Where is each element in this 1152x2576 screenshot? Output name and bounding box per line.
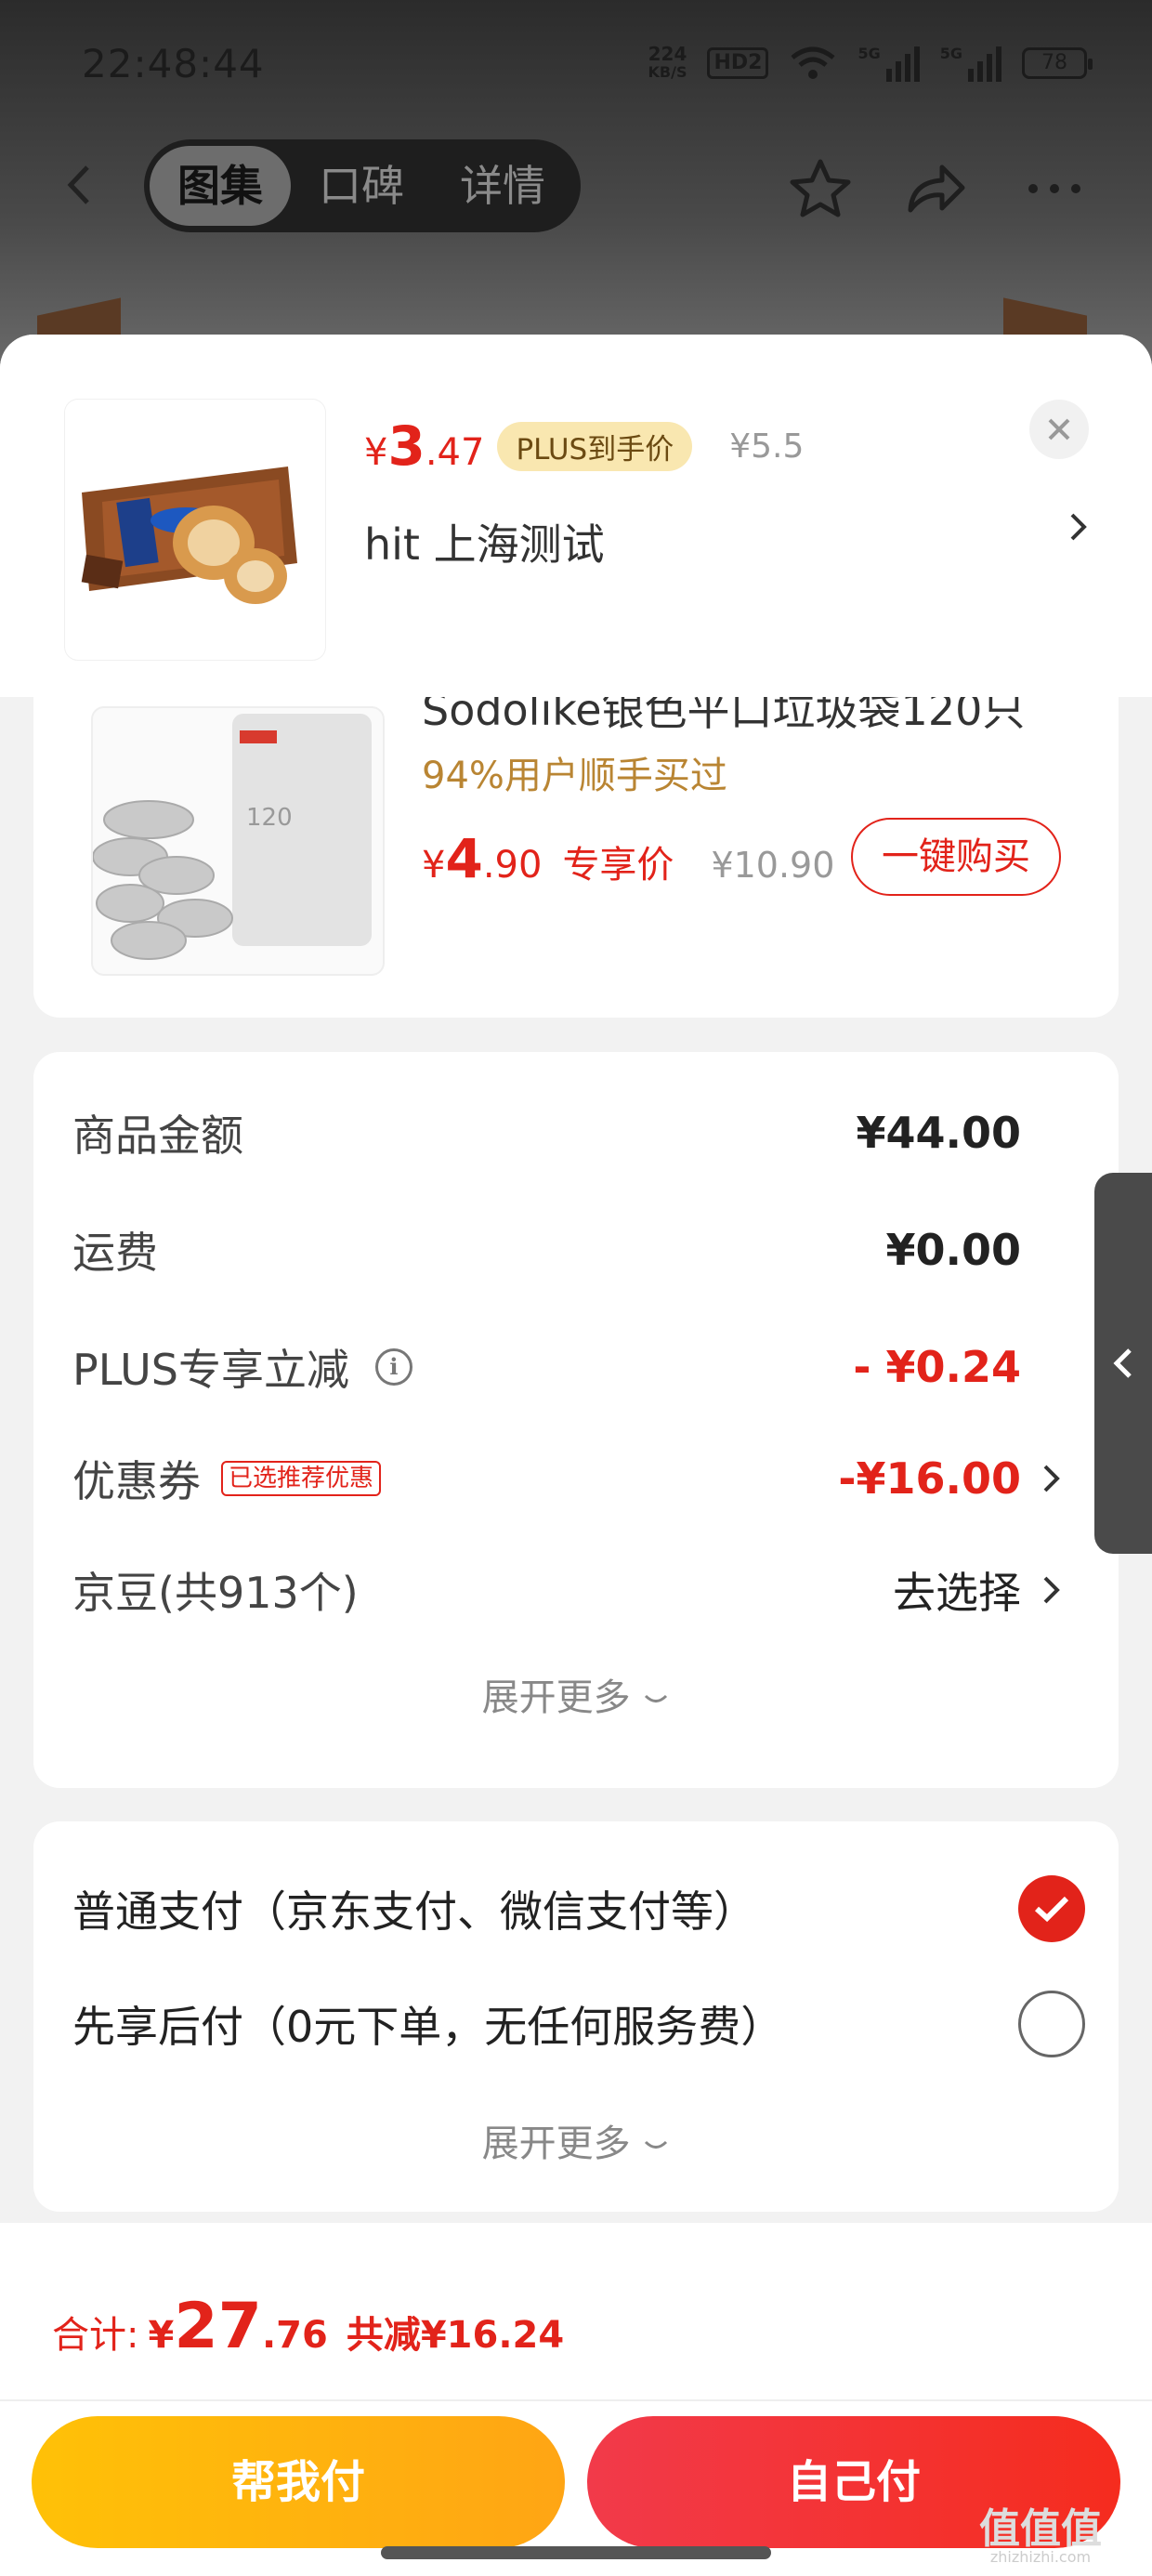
status-bar: 22:48:44 224 KB/S HD2 5G 5G 78 — [0, 0, 1152, 139]
tab-details[interactable]: 详情 — [432, 146, 573, 226]
chevron-down-icon — [645, 2140, 668, 2149]
original-price: ¥5.5 — [729, 427, 805, 466]
signal-icon: 5G — [857, 45, 920, 82]
product-header: ¥3.47 PLUS到手价 ¥5.5 hit 上海测试 — [0, 335, 1152, 697]
one-click-buy-button[interactable]: 一键购买 — [851, 818, 1061, 896]
hd-icon: HD2 — [707, 47, 769, 79]
tab-reviews[interactable]: 口碑 — [291, 146, 432, 226]
chevron-left-icon — [1113, 1348, 1132, 1378]
payment-option-later[interactable]: 先享后付（0元下单，无任何服务费） — [72, 1987, 1085, 2061]
side-drawer-tab[interactable] — [1094, 1173, 1152, 1554]
product-thumbnail — [65, 400, 325, 660]
status-icons: 224 KB/S HD2 5G 5G 78 — [648, 43, 1093, 82]
expand-more-link[interactable]: 展开更多 — [33, 1667, 1119, 1721]
check-icon — [1034, 1896, 1069, 1923]
garbage-bag-image: 120 — [91, 706, 385, 976]
order-summary-card: 商品金额 ¥44.00 运费 ¥0.00 PLUS专享立减 i - ¥0.24 优… — [33, 1052, 1119, 1788]
divider — [0, 2399, 1152, 2401]
plus-discount-row: PLUS专享立减 i - ¥0.24 — [72, 1342, 1021, 1395]
exclusive-label: 专享价 — [562, 844, 674, 887]
goods-amount-row: 商品金额 ¥44.00 — [72, 1108, 1021, 1161]
background-page: 22:48:44 224 KB/S HD2 5G 5G 78 图集 口碑 详情 — [0, 0, 1152, 372]
signal-icon-2: 5G — [940, 45, 1001, 82]
more-icon[interactable] — [1022, 156, 1087, 221]
jingdou-row[interactable]: 京豆(共913个) 去选择 — [72, 1557, 1062, 1623]
total-saved: 共减¥16.24 — [346, 2314, 565, 2357]
help-me-pay-button[interactable]: 帮我付 — [32, 2416, 565, 2548]
coupon-tag: 已选推荐优惠 — [221, 1461, 382, 1496]
radio-unchecked[interactable] — [1018, 1991, 1085, 2057]
shipping-row: 运费 ¥0.00 — [72, 1225, 1021, 1278]
price-line: ¥3.47 PLUS到手价 ¥5.5 — [364, 414, 804, 478]
total-amount: 合计: ¥27.76 共减¥16.24 — [52, 2290, 565, 2363]
close-icon — [1048, 418, 1070, 440]
recommended-item-card: 120 Sodolike银色平口垃圾袋120只 94%用户顺手买过 ¥4.90 … — [33, 688, 1119, 1018]
chevron-right-icon — [1043, 1465, 1060, 1492]
segment-tabs: 图集 口碑 详情 — [144, 139, 581, 232]
network-speed: 224 KB/S — [648, 43, 687, 81]
watermark: 值值值 zhizhizhi.com — [979, 2505, 1102, 2566]
back-arrow-icon[interactable] — [58, 162, 104, 208]
recommend-buyers: 94%用户顺手买过 — [422, 755, 727, 797]
chevron-down-icon — [645, 1694, 668, 1702]
home-indicator[interactable] — [381, 2546, 771, 2559]
top-nav: 图集 口碑 详情 — [0, 139, 1152, 232]
payment-method-card: 普通支付（京东支付、微信支付等） 先享后付（0元下单，无任何服务费） 展开更多 — [33, 1821, 1119, 2212]
chevron-right-icon — [1070, 513, 1087, 541]
payment-option-normal[interactable]: 普通支付（京东支付、微信支付等） — [72, 1872, 1085, 1946]
checkout-sheet: ¥3.47 PLUS到手价 ¥5.5 hit 上海测试 120 Sodolike… — [0, 335, 1152, 2576]
close-button[interactable] — [1029, 400, 1089, 459]
chevron-right-icon — [1043, 1576, 1060, 1604]
biscuit-package-image — [81, 467, 297, 604]
address-text: hit 上海测试 — [364, 519, 605, 570]
bag-count-text: 120 — [246, 804, 293, 832]
info-icon[interactable]: i — [374, 1348, 412, 1386]
payment-expand-more[interactable]: 展开更多 — [33, 2113, 1119, 2167]
recommend-original-price: ¥10.90 — [711, 845, 835, 886]
recommend-price: ¥4.90 专享价 ¥10.90 — [422, 827, 835, 890]
star-icon[interactable] — [788, 156, 853, 221]
plus-price: ¥3.47 — [364, 414, 485, 478]
tab-gallery[interactable]: 图集 — [150, 146, 291, 226]
battery-icon: 78 — [1022, 47, 1093, 79]
wifi-icon — [791, 46, 836, 79]
coupon-row[interactable]: 优惠券 已选推荐优惠 -¥16.00 — [72, 1446, 1062, 1511]
clock: 22:48:44 — [82, 41, 265, 86]
share-icon[interactable] — [903, 156, 968, 221]
plus-price-badge: PLUS到手价 — [497, 421, 693, 471]
radio-checked[interactable] — [1018, 1875, 1085, 1942]
address-selector[interactable]: hit 上海测试 — [364, 511, 1089, 572]
